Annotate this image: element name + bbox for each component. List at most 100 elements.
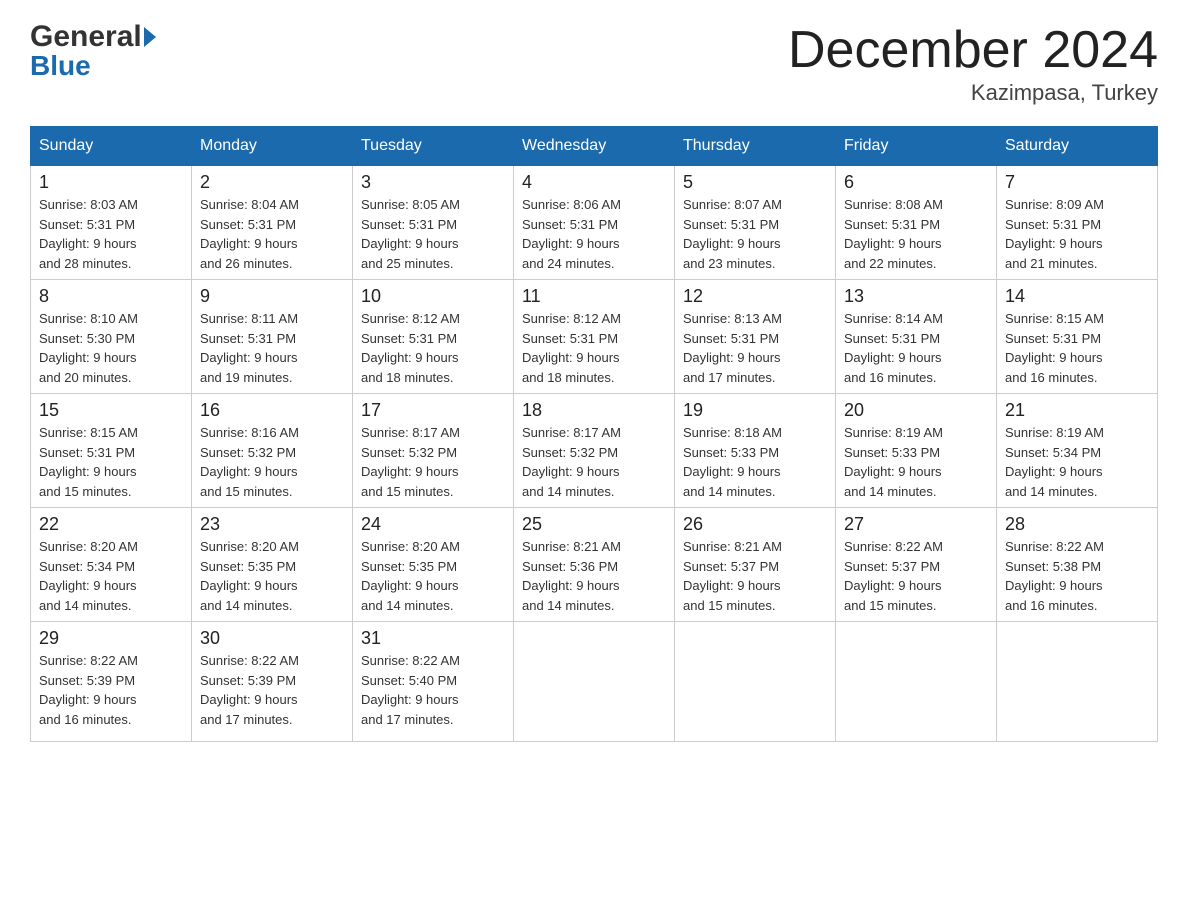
week-row-4: 22Sunrise: 8:20 AMSunset: 5:34 PMDayligh… [31,508,1158,622]
day-number: 14 [1005,286,1149,307]
logo-arrow-icon [144,27,156,47]
day-info: Sunrise: 8:20 AMSunset: 5:35 PMDaylight:… [361,537,505,615]
day-info: Sunrise: 8:22 AMSunset: 5:37 PMDaylight:… [844,537,988,615]
header-cell-friday: Friday [836,127,997,166]
day-number: 10 [361,286,505,307]
day-info: Sunrise: 8:22 AMSunset: 5:39 PMDaylight:… [200,651,344,729]
page-title: December 2024 [788,20,1158,80]
day-number: 26 [683,514,827,535]
header-cell-monday: Monday [192,127,353,166]
day-info: Sunrise: 8:13 AMSunset: 5:31 PMDaylight:… [683,309,827,387]
logo: General Blue [30,20,158,82]
day-number: 7 [1005,172,1149,193]
day-number: 31 [361,628,505,649]
calendar-cell: 20Sunrise: 8:19 AMSunset: 5:33 PMDayligh… [836,394,997,508]
header-cell-thursday: Thursday [675,127,836,166]
header-row: SundayMondayTuesdayWednesdayThursdayFrid… [31,127,1158,166]
header-cell-sunday: Sunday [31,127,192,166]
day-info: Sunrise: 8:07 AMSunset: 5:31 PMDaylight:… [683,195,827,273]
day-info: Sunrise: 8:10 AMSunset: 5:30 PMDaylight:… [39,309,183,387]
day-number: 6 [844,172,988,193]
calendar-cell: 17Sunrise: 8:17 AMSunset: 5:32 PMDayligh… [353,394,514,508]
day-number: 2 [200,172,344,193]
calendar-cell: 5Sunrise: 8:07 AMSunset: 5:31 PMDaylight… [675,166,836,280]
day-number: 30 [200,628,344,649]
calendar-cell: 18Sunrise: 8:17 AMSunset: 5:32 PMDayligh… [514,394,675,508]
day-info: Sunrise: 8:05 AMSunset: 5:31 PMDaylight:… [361,195,505,273]
calendar-cell: 13Sunrise: 8:14 AMSunset: 5:31 PMDayligh… [836,280,997,394]
calendar-cell: 7Sunrise: 8:09 AMSunset: 5:31 PMDaylight… [997,166,1158,280]
day-number: 1 [39,172,183,193]
calendar-cell: 29Sunrise: 8:22 AMSunset: 5:39 PMDayligh… [31,622,192,742]
logo-blue-text: Blue [30,50,91,82]
day-info: Sunrise: 8:22 AMSunset: 5:40 PMDaylight:… [361,651,505,729]
title-block: December 2024 Kazimpasa, Turkey [788,20,1158,106]
calendar-cell: 6Sunrise: 8:08 AMSunset: 5:31 PMDaylight… [836,166,997,280]
day-info: Sunrise: 8:20 AMSunset: 5:34 PMDaylight:… [39,537,183,615]
day-number: 5 [683,172,827,193]
day-info: Sunrise: 8:08 AMSunset: 5:31 PMDaylight:… [844,195,988,273]
day-number: 18 [522,400,666,421]
calendar-cell: 30Sunrise: 8:22 AMSunset: 5:39 PMDayligh… [192,622,353,742]
day-info: Sunrise: 8:16 AMSunset: 5:32 PMDaylight:… [200,423,344,501]
day-number: 25 [522,514,666,535]
calendar-cell: 12Sunrise: 8:13 AMSunset: 5:31 PMDayligh… [675,280,836,394]
calendar-cell: 28Sunrise: 8:22 AMSunset: 5:38 PMDayligh… [997,508,1158,622]
day-info: Sunrise: 8:15 AMSunset: 5:31 PMDaylight:… [39,423,183,501]
day-info: Sunrise: 8:20 AMSunset: 5:35 PMDaylight:… [200,537,344,615]
header-cell-wednesday: Wednesday [514,127,675,166]
day-number: 22 [39,514,183,535]
day-info: Sunrise: 8:21 AMSunset: 5:37 PMDaylight:… [683,537,827,615]
week-row-5: 29 Sunrise: 8:22 AMSunset: 5:39 PMDayligh… [31,622,1158,742]
day-number: 28 [1005,514,1149,535]
day-number: 24 [361,514,505,535]
day-number: 15 [39,400,183,421]
day-number: 29 [39,628,183,649]
day-number: 3 [361,172,505,193]
calendar-cell: 9Sunrise: 8:11 AMSunset: 5:31 PMDaylight… [192,280,353,394]
calendar-cell: 21Sunrise: 8:19 AMSunset: 5:34 PMDayligh… [997,394,1158,508]
day-info: Sunrise: 8:03 AMSunset: 5:31 PMDaylight:… [39,195,183,273]
day-number: 17 [361,400,505,421]
day-info: Sunrise: 8:04 AMSunset: 5:31 PMDaylight:… [200,195,344,273]
week-row-1: 1Sunrise: 8:03 AMSunset: 5:31 PMDaylight… [31,166,1158,280]
page-header: General Blue December 2024 Kazimpasa, Tu… [30,20,1158,106]
calendar-cell: 8Sunrise: 8:10 AMSunset: 5:30 PMDaylight… [31,280,192,394]
calendar-cell: 11Sunrise: 8:12 AMSunset: 5:31 PMDayligh… [514,280,675,394]
calendar-body: 1Sunrise: 8:03 AMSunset: 5:31 PMDaylight… [31,166,1158,742]
calendar-cell: 27Sunrise: 8:22 AMSunset: 5:37 PMDayligh… [836,508,997,622]
day-number: 19 [683,400,827,421]
calendar-cell [514,622,675,742]
calendar-cell: 31Sunrise: 8:22 AMSunset: 5:40 PMDayligh… [353,622,514,742]
day-info: Sunrise: 8:17 AMSunset: 5:32 PMDaylight:… [522,423,666,501]
day-info: Sunrise: 8:06 AMSunset: 5:31 PMDaylight:… [522,195,666,273]
day-number: 4 [522,172,666,193]
day-info: Sunrise: 8:19 AMSunset: 5:33 PMDaylight:… [844,423,988,501]
page-subtitle: Kazimpasa, Turkey [788,80,1158,106]
day-number: 13 [844,286,988,307]
calendar-cell: 10Sunrise: 8:12 AMSunset: 5:31 PMDayligh… [353,280,514,394]
calendar-cell: 14Sunrise: 8:15 AMSunset: 5:31 PMDayligh… [997,280,1158,394]
calendar-cell: 4Sunrise: 8:06 AMSunset: 5:31 PMDaylight… [514,166,675,280]
week-row-3: 15Sunrise: 8:15 AMSunset: 5:31 PMDayligh… [31,394,1158,508]
day-info: Sunrise: 8:12 AMSunset: 5:31 PMDaylight:… [361,309,505,387]
day-info: Sunrise: 8:12 AMSunset: 5:31 PMDaylight:… [522,309,666,387]
day-number: 20 [844,400,988,421]
calendar-cell: 19Sunrise: 8:18 AMSunset: 5:33 PMDayligh… [675,394,836,508]
calendar-cell: 26Sunrise: 8:21 AMSunset: 5:37 PMDayligh… [675,508,836,622]
calendar-cell: 24Sunrise: 8:20 AMSunset: 5:35 PMDayligh… [353,508,514,622]
calendar-cell: 3Sunrise: 8:05 AMSunset: 5:31 PMDaylight… [353,166,514,280]
calendar-header: SundayMondayTuesdayWednesdayThursdayFrid… [31,127,1158,166]
day-info: Sunrise: 8:17 AMSunset: 5:32 PMDaylight:… [361,423,505,501]
calendar-cell: 25Sunrise: 8:21 AMSunset: 5:36 PMDayligh… [514,508,675,622]
day-info: Sunrise: 8:18 AMSunset: 5:33 PMDaylight:… [683,423,827,501]
calendar-table: SundayMondayTuesdayWednesdayThursdayFrid… [30,126,1158,742]
calendar-cell: 1Sunrise: 8:03 AMSunset: 5:31 PMDaylight… [31,166,192,280]
day-number: 21 [1005,400,1149,421]
header-cell-saturday: Saturday [997,127,1158,166]
calendar-cell: 16Sunrise: 8:16 AMSunset: 5:32 PMDayligh… [192,394,353,508]
header-cell-tuesday: Tuesday [353,127,514,166]
day-info: Sunrise: 8:15 AMSunset: 5:31 PMDaylight:… [1005,309,1149,387]
day-number: 16 [200,400,344,421]
calendar-cell [997,622,1158,742]
